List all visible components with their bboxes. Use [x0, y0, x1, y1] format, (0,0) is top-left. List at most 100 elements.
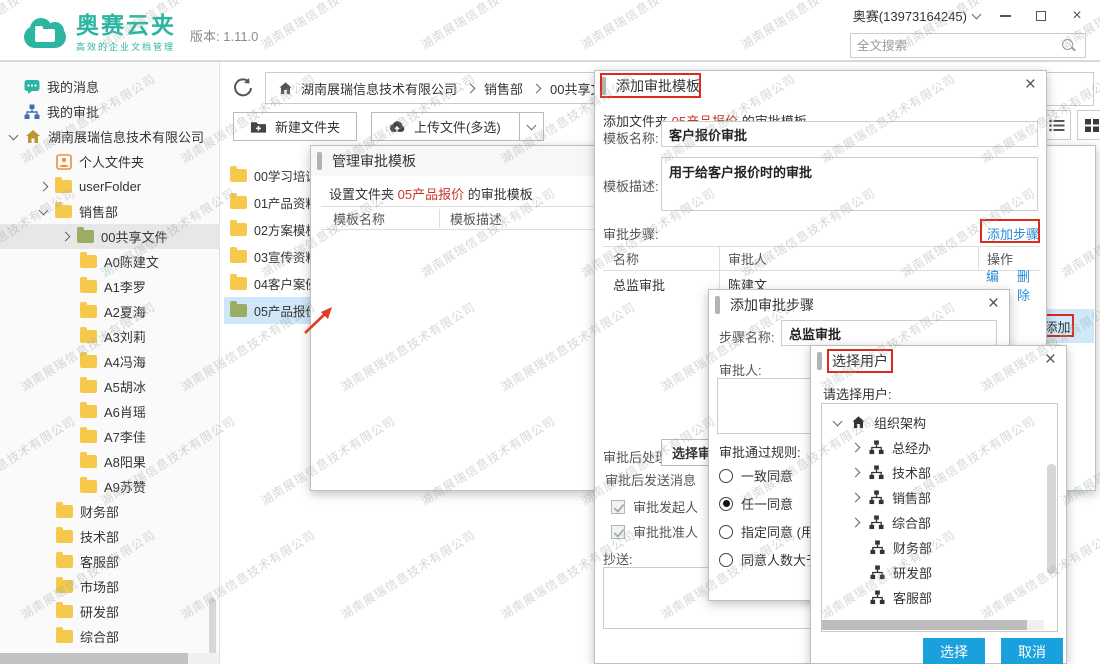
tree-item-service-dept[interactable]: 客服部 [822, 585, 1057, 610]
notify-approver-checkbox-row[interactable]: 审批批准人 [611, 522, 698, 541]
cloud-folder-logo-icon [22, 18, 68, 50]
chevron-right-icon[interactable] [851, 443, 861, 453]
sidebar-item-user-a4[interactable]: A4冯海 [0, 349, 219, 374]
upload-options-dropdown[interactable] [519, 112, 543, 141]
sidebar-item-company-root[interactable]: 湖南展瑞信息技术有限公司 [0, 124, 219, 149]
radio-checked-icon[interactable] [719, 497, 733, 511]
chevron-right-icon[interactable] [39, 182, 49, 192]
new-folder-button[interactable]: 新建文件夹 [233, 112, 357, 141]
sidebar-item-user-a8[interactable]: A8阳果 [0, 449, 219, 474]
folder-row-training[interactable]: 00学习培训 [224, 162, 316, 189]
scrollbar-thumb[interactable] [822, 620, 1027, 630]
tree-vertical-scrollbar[interactable] [1047, 464, 1056, 574]
sidebar-item-my-approvals[interactable]: 我的审批 [0, 99, 219, 124]
chevron-down-icon[interactable] [39, 205, 49, 215]
sidebar-item-shared-files[interactable]: 00共享文件 [0, 224, 219, 249]
rule-label: 任一同意 [741, 494, 793, 513]
template-desc-textarea[interactable]: 用于给客户报价时的审批 [661, 157, 1038, 211]
chevron-right-icon[interactable] [851, 468, 861, 478]
tree-item-tech-dept[interactable]: 技术部 [822, 460, 1057, 485]
tree-item-label: 研发部 [893, 563, 932, 582]
sidebar-item-user-a7[interactable]: A7李佳 [0, 424, 219, 449]
rule-count-greater-radio-row[interactable]: 同意人数大于 [719, 550, 819, 569]
tree-item-org-root[interactable]: 组织架构 [822, 410, 1057, 435]
radio-unchecked-icon[interactable] [719, 553, 733, 567]
step-name-input[interactable] [781, 320, 997, 346]
minimize-button[interactable] [994, 7, 1016, 25]
checkbox-checked-icon[interactable] [611, 500, 625, 514]
radio-unchecked-icon[interactable] [719, 469, 733, 483]
chevron-down-icon [972, 9, 982, 19]
sidebar-item-service-dept[interactable]: 客服部 [0, 549, 219, 574]
tree-item-general-office[interactable]: 总经办 [822, 435, 1057, 460]
notify-initiator-checkbox-row[interactable]: 审批发起人 [611, 497, 698, 516]
checkbox-checked-icon[interactable] [611, 525, 625, 539]
tree-item-rd-dept[interactable]: 研发部 [822, 560, 1057, 585]
sidebar: 我的消息 我的审批 湖南展瑞信息技术有限公司 个人文件夹 userFolder [0, 62, 220, 664]
sidebar-item-user-a1[interactable]: A1李罗 [0, 274, 219, 299]
chevron-right-icon[interactable] [851, 518, 861, 528]
template-name-input[interactable] [661, 121, 1038, 147]
user-menu[interactable]: 奥赛(13973164245) [853, 6, 980, 25]
close-icon[interactable]: × [1025, 75, 1036, 95]
scrollbar-thumb[interactable] [0, 653, 188, 664]
refresh-button[interactable] [231, 76, 255, 100]
add-step-link[interactable]: 添加步骤 [987, 224, 1039, 243]
breadcrumb-company[interactable]: 湖南展瑞信息技术有限公司 [301, 79, 457, 98]
tree-item-finance-dept[interactable]: 财务部 [822, 535, 1057, 560]
rule-label: 一致同意 [741, 466, 793, 485]
close-window-button[interactable]: × [1066, 7, 1088, 25]
home-icon[interactable] [278, 81, 293, 96]
tree-horizontal-scrollbar[interactable] [822, 620, 1044, 630]
sidebar-horizontal-scrollbar[interactable] [0, 653, 220, 664]
sidebar-item-finance-dept[interactable]: 财务部 [0, 499, 219, 524]
global-search-input[interactable] [851, 39, 1061, 53]
global-search[interactable] [850, 33, 1086, 58]
chevron-right-icon[interactable] [851, 493, 861, 503]
folder-icon [80, 480, 97, 493]
close-icon[interactable]: × [1045, 350, 1056, 370]
sidebar-item-tech-dept[interactable]: 技术部 [0, 524, 219, 549]
folder-name: 01产品资料 [254, 193, 318, 212]
select-button[interactable]: 选择 [923, 638, 985, 664]
sidebar-item-rd-dept[interactable]: 研发部 [0, 599, 219, 624]
sidebar-item-userfolder[interactable]: userFolder [0, 174, 219, 199]
delete-step-link[interactable]: 删除 [1017, 266, 1040, 304]
folder-icon [55, 205, 72, 218]
cancel-button[interactable]: 取消 [1001, 638, 1063, 664]
sidebar-item-user-a2[interactable]: A2夏海 [0, 299, 219, 324]
maximize-button[interactable] [1030, 7, 1052, 25]
radio-unchecked-icon[interactable] [719, 525, 733, 539]
breadcrumb-sales[interactable]: 销售部 [484, 79, 523, 98]
sidebar-item-general-dept[interactable]: 综合部 [0, 624, 219, 649]
chevron-down-icon[interactable] [833, 416, 843, 426]
folder-row-product-docs[interactable]: 01产品资料 [224, 189, 316, 216]
sidebar-item-user-a3[interactable]: A3刘莉 [0, 324, 219, 349]
sidebar-item-sales-dept[interactable]: 销售部 [0, 199, 219, 224]
folder-icon [80, 330, 97, 343]
grid-view-button[interactable] [1077, 110, 1100, 140]
sidebar-item-user-a5[interactable]: A5胡冰 [0, 374, 219, 399]
search-icon[interactable] [1061, 38, 1077, 54]
sidebar-item-user-a9[interactable]: A9苏赞 [0, 474, 219, 499]
chevron-down-icon[interactable] [9, 130, 19, 140]
sidebar-item-market-dept[interactable]: 市场部 [0, 574, 219, 599]
sidebar-item-personal-folder[interactable]: 个人文件夹 [0, 149, 219, 174]
user-name: 奥赛(13973164245) [853, 6, 967, 25]
chevron-right-icon[interactable] [61, 232, 71, 242]
sidebar-item-my-messages[interactable]: 我的消息 [0, 74, 219, 99]
folder-row-customer-cases[interactable]: 04客户案例 [224, 270, 316, 297]
rule-any-one-radio-row[interactable]: 任一同意 [719, 494, 793, 513]
sidebar-item-user-a0[interactable]: A0陈建文 [0, 249, 219, 274]
close-icon[interactable]: × [988, 294, 999, 314]
folder-row-solution-templates[interactable]: 02方案模板 [224, 216, 316, 243]
rule-unanimous-radio-row[interactable]: 一致同意 [719, 466, 793, 485]
folder-icon [230, 196, 247, 209]
folder-icon [56, 630, 73, 643]
folder-icon [230, 169, 247, 182]
tree-item-sales-dept[interactable]: 销售部 [822, 485, 1057, 510]
tree-item-general-dept[interactable]: 综合部 [822, 510, 1057, 535]
sidebar-item-user-a6[interactable]: A6肖瑶 [0, 399, 219, 424]
folder-row-marketing[interactable]: 03宣传资料 [224, 243, 316, 270]
upload-files-button[interactable]: 上传文件(多选) [371, 112, 544, 141]
